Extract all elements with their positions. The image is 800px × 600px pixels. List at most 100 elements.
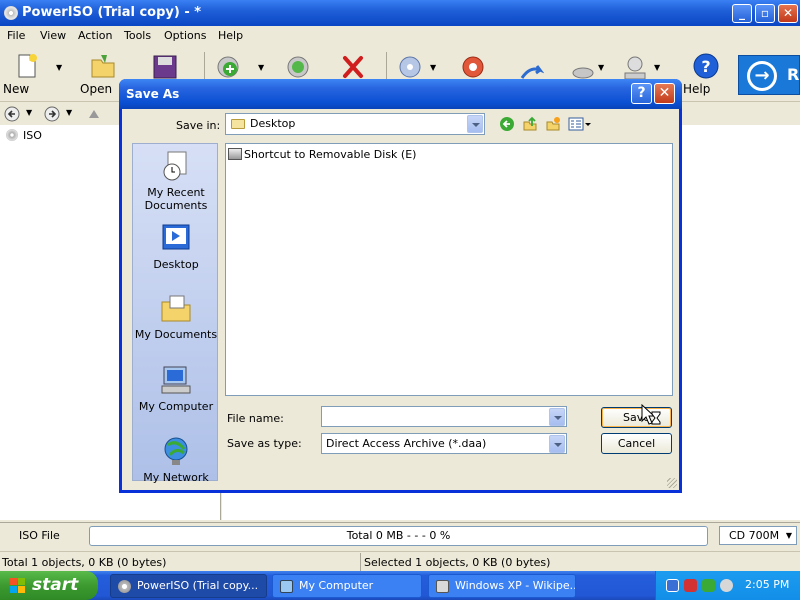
dialog-help-button[interactable]: ? — [631, 83, 652, 104]
new-dropdown-arrow[interactable]: ▼ — [56, 63, 62, 72]
copy-dropdown-arrow[interactable]: ▼ — [430, 63, 436, 72]
chevron-down-icon[interactable] — [549, 408, 565, 426]
dialog-file-list[interactable]: Shortcut to Removable Disk (E) — [225, 143, 673, 396]
forward-arrow-icon[interactable] — [44, 106, 60, 122]
capacity-progress-bar: Total 0 MB - - - 0 % — [89, 526, 708, 546]
recent-documents-icon — [163, 151, 187, 181]
disc-icon — [118, 580, 131, 593]
menu-bar: File View Action Tools Options Help — [0, 26, 800, 46]
system-tray: 2:05 PM — [655, 571, 800, 600]
forward-dropdown-arrow[interactable]: ▼ — [66, 108, 72, 117]
place-label: Desktop — [153, 258, 199, 271]
taskbar-item-poweriso[interactable]: PowerISO (Trial copy... — [110, 574, 267, 598]
place-label: My Computer — [138, 400, 214, 413]
start-label: start — [32, 575, 79, 595]
svg-text:?: ? — [701, 57, 710, 76]
mount-dropdown-arrow[interactable]: ▼ — [654, 63, 660, 72]
copy-disc-icon[interactable] — [397, 54, 423, 80]
window-title: PowerISO (Trial copy) - * — [22, 5, 202, 20]
save-button[interactable]: Save — [601, 407, 672, 428]
folder-icon — [231, 119, 245, 129]
taskbar: start PowerISO (Trial copy... My Compute… — [0, 571, 800, 600]
banner-text: R — [787, 65, 800, 84]
new-folder-icon[interactable] — [545, 116, 561, 132]
back-arrow-icon[interactable] — [4, 106, 20, 122]
menu-tools[interactable]: Tools — [124, 29, 151, 42]
back-green-icon[interactable] — [499, 116, 515, 132]
up-folder-icon[interactable] — [86, 106, 102, 122]
menu-help[interactable]: Help — [218, 29, 243, 42]
menu-view[interactable]: View — [40, 29, 66, 42]
security-shield-icon[interactable] — [684, 579, 697, 592]
delete-x-icon[interactable] — [340, 54, 366, 80]
help-question-icon: ? — [693, 53, 719, 79]
arrow-right-icon: → — [747, 61, 777, 91]
my-network-icon — [164, 437, 188, 465]
resize-grip[interactable] — [667, 478, 677, 488]
save-in-select[interactable]: Desktop — [225, 113, 485, 135]
close-button[interactable]: ✕ — [778, 4, 798, 23]
new-label: New — [3, 82, 30, 96]
place-my-documents[interactable]: My Documents — [133, 292, 219, 341]
back-dropdown-arrow[interactable]: ▼ — [26, 108, 32, 117]
taskbar-item-wikipedia[interactable]: Windows XP - Wikipe... — [428, 574, 576, 598]
chevron-down-icon[interactable] — [467, 115, 483, 133]
place-my-recent-documents[interactable]: My Recent Documents — [133, 150, 219, 212]
poweriso-app-icon — [4, 6, 18, 20]
navigation-row: ▼ ▼ — [0, 103, 120, 125]
main-title-bar[interactable]: PowerISO (Trial copy) - * _ ▫ ✕ — [0, 0, 800, 26]
removable-disk-shortcut-icon — [228, 148, 242, 160]
mount-drive-icon[interactable] — [622, 54, 648, 82]
taskbar-item-label: Windows XP - Wikipe... — [455, 579, 576, 592]
file-name-field[interactable] — [321, 406, 567, 427]
maximize-button[interactable]: ▫ — [755, 4, 775, 23]
save-as-type-select[interactable]: Direct Access Archive (*.daa) — [321, 433, 567, 454]
status-selected-text: Selected 1 objects, 0 KB (0 bytes) — [364, 556, 551, 569]
save-disk-icon[interactable] — [152, 54, 178, 80]
up-one-level-icon[interactable] — [522, 116, 538, 132]
burn-disc-icon[interactable] — [460, 54, 486, 80]
places-bar: My Recent Documents Desktop My Documents… — [132, 143, 219, 484]
volume-icon[interactable] — [720, 579, 733, 592]
add-dropdown-arrow[interactable]: ▼ — [258, 63, 264, 72]
place-desktop[interactable]: Desktop — [133, 222, 219, 271]
place-label: My Network — [143, 471, 209, 484]
add-files-icon[interactable] — [215, 54, 241, 80]
taskbar-item-label: My Computer — [299, 579, 374, 592]
menu-file[interactable]: File — [7, 29, 25, 42]
help-button[interactable]: ? Help — [683, 50, 729, 100]
computer-icon — [280, 580, 293, 593]
menu-options[interactable]: Options — [164, 29, 206, 42]
extract-icon[interactable] — [285, 54, 311, 80]
minimize-button[interactable]: _ — [732, 4, 752, 23]
compress-dropdown-arrow[interactable]: ▼ — [598, 63, 604, 72]
tree-item-label: ISO — [23, 129, 42, 142]
new-document-icon — [18, 54, 37, 78]
cancel-button[interactable]: Cancel — [601, 433, 672, 454]
place-my-computer[interactable]: My Computer — [133, 364, 219, 413]
status-bar-bottom: Total 1 objects, 0 KB (0 bytes) Selected… — [0, 551, 800, 571]
dialog-close-button[interactable]: ✕ — [654, 83, 675, 104]
start-button[interactable]: start — [0, 571, 98, 600]
register-banner-button[interactable]: → R — [738, 55, 800, 95]
new-button[interactable]: New — [3, 50, 49, 100]
status-bar-top: ISO File Total 0 MB - - - 0 % CD 700M ▼ — [0, 522, 800, 548]
list-item[interactable]: Shortcut to Removable Disk (E) — [228, 148, 416, 161]
network-icon[interactable] — [666, 579, 679, 592]
open-folder-icon — [91, 55, 115, 78]
menu-action[interactable]: Action — [78, 29, 112, 42]
image-type-label: ISO File — [19, 529, 60, 542]
save-in-label: Save in: — [176, 119, 221, 132]
update-icon[interactable] — [702, 579, 715, 592]
taskbar-item-my-computer[interactable]: My Computer — [272, 574, 422, 598]
busy-cursor-icon — [641, 404, 661, 425]
place-label: My Recent Documents — [144, 186, 208, 212]
clock[interactable]: 2:05 PM — [745, 578, 789, 591]
place-my-network[interactable]: My Network — [133, 435, 219, 484]
tree-item-iso[interactable]: ISO — [6, 129, 42, 142]
chevron-down-icon[interactable] — [549, 435, 565, 453]
my-documents-folder-icon — [161, 295, 191, 322]
view-menu-icon[interactable] — [568, 116, 592, 132]
dialog-title-bar[interactable]: Save As ? ✕ — [119, 79, 682, 109]
capacity-select[interactable]: CD 700M ▼ — [719, 526, 797, 545]
